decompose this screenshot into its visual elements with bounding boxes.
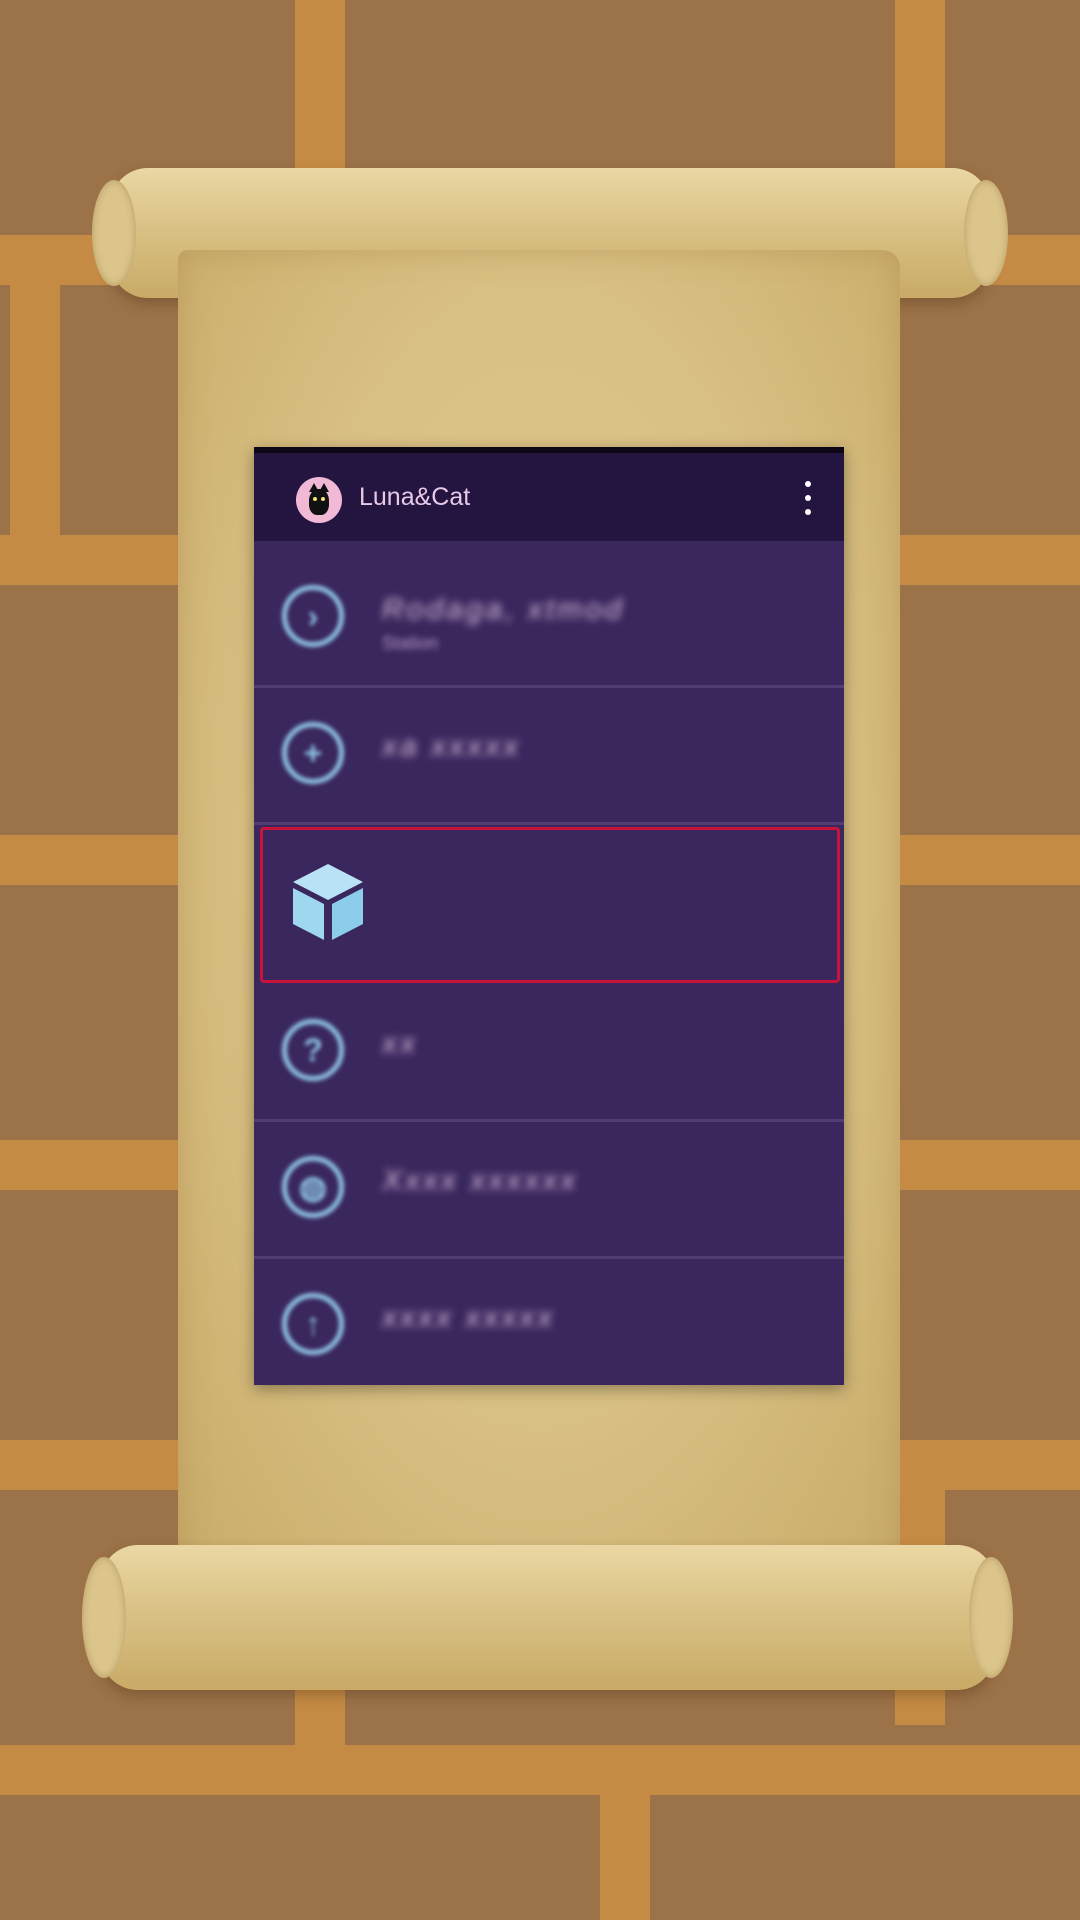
scroll-roll-cap bbox=[964, 180, 1008, 286]
black-cat-avatar-icon bbox=[296, 477, 342, 523]
more-vertical-icon[interactable] bbox=[798, 481, 818, 515]
menu-item-selected[interactable] bbox=[260, 827, 840, 983]
scroll-roll-cap bbox=[969, 1557, 1013, 1678]
question-circle-icon: ? bbox=[282, 1019, 344, 1081]
menu-item[interactable]: ? xx bbox=[254, 985, 844, 1122]
menu-item[interactable]: ↑ xxxx xxxxx bbox=[254, 1259, 844, 1385]
cat-ear bbox=[319, 483, 329, 492]
menu-item-label: Rodaga, xtmod bbox=[382, 593, 625, 626]
cat-ear bbox=[309, 483, 319, 492]
cat-eye bbox=[313, 497, 317, 501]
overflow-dot bbox=[805, 495, 811, 501]
upload-circle-icon: ↑ bbox=[282, 1293, 344, 1355]
overflow-dot bbox=[805, 481, 811, 487]
cat-eye bbox=[321, 497, 325, 501]
menu-item-label: Xxxx xxxxxx bbox=[382, 1164, 579, 1197]
cat-silhouette bbox=[309, 483, 329, 515]
cube-icon bbox=[293, 864, 363, 940]
scroll-bottom-roll bbox=[82, 1545, 1013, 1690]
plus-circle-icon: + bbox=[282, 722, 344, 784]
menu-item-label: xx bbox=[382, 1027, 418, 1060]
overflow-dot bbox=[805, 509, 811, 515]
app-screen: Luna&Cat › Rodaga, xtmod Station + xa xx… bbox=[254, 447, 844, 1385]
app-bar: Luna&Cat bbox=[254, 447, 844, 541]
app-title: Luna&Cat bbox=[359, 483, 471, 511]
menu-item[interactable]: + xa xxxxx bbox=[254, 688, 844, 825]
scroll-roll-cap bbox=[92, 180, 136, 286]
menu-item[interactable]: ◍ Xxxx xxxxxx bbox=[254, 1122, 844, 1259]
menu-item[interactable]: › Rodaga, xtmod Station bbox=[254, 551, 844, 688]
globe-icon: ◍ bbox=[282, 1156, 344, 1218]
menu-item-sublabel: Station bbox=[382, 633, 439, 653]
menu-item-label: xa xxxxx bbox=[382, 730, 522, 763]
menu-list: › Rodaga, xtmod Station + xa xxxxx ? xx … bbox=[254, 551, 844, 1385]
menu-item-label: xxxx xxxxx bbox=[382, 1301, 556, 1334]
chevron-right-circle-icon: › bbox=[282, 585, 344, 647]
scroll-roll-cap bbox=[82, 1557, 126, 1678]
